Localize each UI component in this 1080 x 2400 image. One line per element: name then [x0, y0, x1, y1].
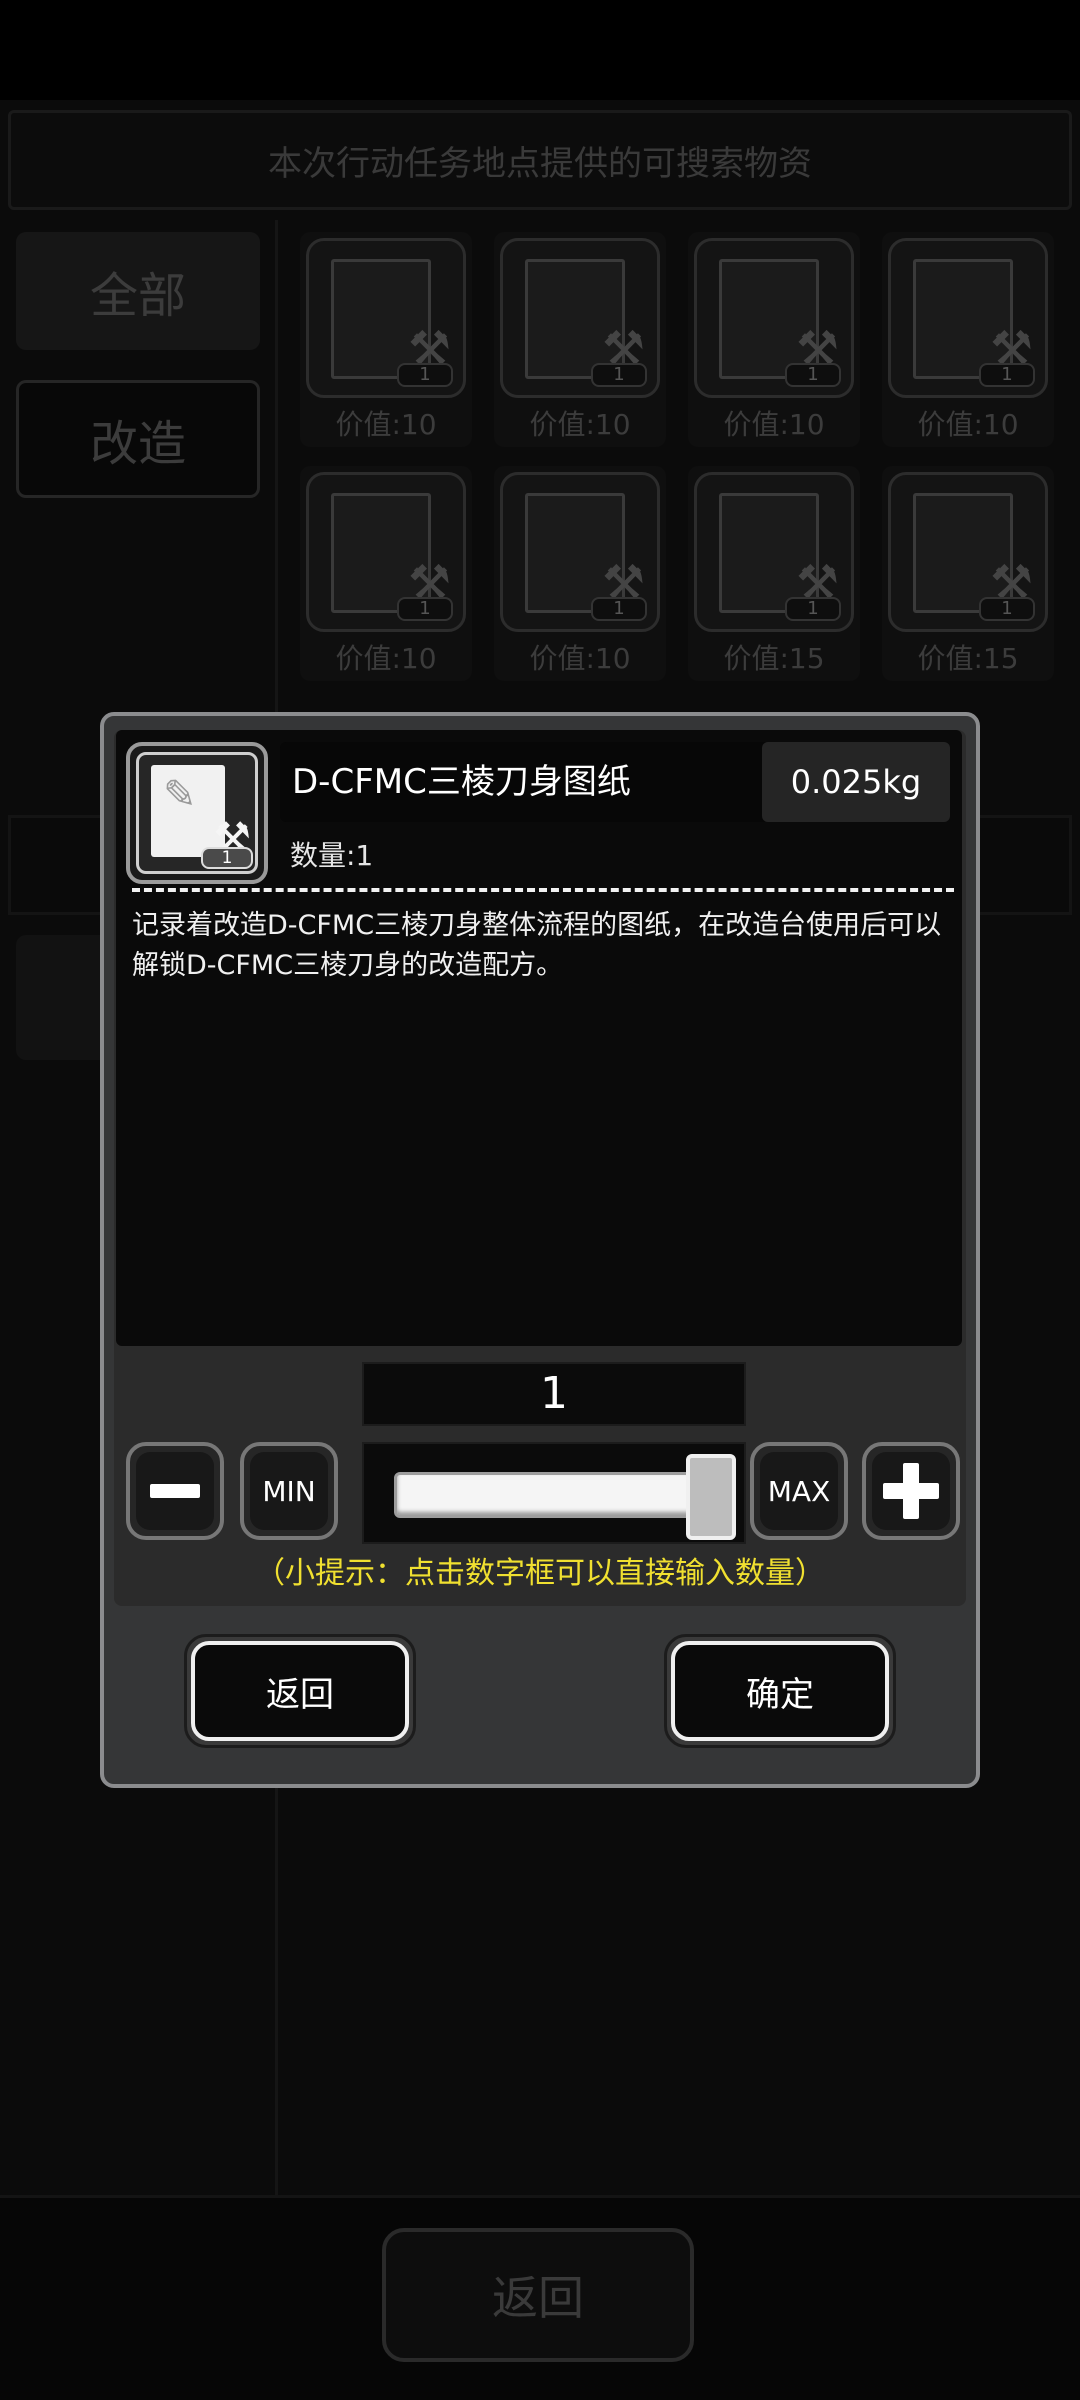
item-name: D-CFMC三棱刀身图纸: [292, 762, 631, 802]
confirm-button[interactable]: 确定: [664, 1634, 896, 1748]
grid-item[interactable]: ⚒ 1 价值:10: [688, 232, 860, 447]
item-icon-badge: 1: [201, 847, 253, 869]
decrease-button[interactable]: [126, 1442, 224, 1540]
item-weight: 0.025kg: [762, 742, 950, 822]
blueprint-feather-icon: ✎ ⚒ 1: [136, 752, 258, 874]
quantity-input[interactable]: 1: [362, 1362, 746, 1426]
back-button-label: 返回: [191, 1641, 409, 1741]
min-button[interactable]: MIN: [240, 1442, 338, 1540]
blueprint-icon: ⚒ 1: [694, 238, 854, 398]
item-detail-dialog: ✎ ⚒ 1 D-CFMC三棱刀身图纸 0.025kg 数量:1 记录着改造D-C…: [100, 712, 980, 1788]
category-modify[interactable]: 改造: [16, 380, 260, 498]
blueprint-icon: ⚒ 1: [306, 238, 466, 398]
hint-text: （小提示：点击数字框可以直接输入数量）: [255, 1556, 825, 1591]
item-price: 价值:10: [529, 642, 631, 675]
item-price: 价值:15: [917, 642, 1019, 675]
item-icon: ✎ ⚒ 1: [126, 742, 268, 884]
background-back-button[interactable]: 返回: [382, 2228, 694, 2362]
supplies-header: 本次行动任务地点提供的可搜索物资: [8, 110, 1072, 210]
min-label: MIN: [262, 1474, 316, 1508]
item-price: 价值:15: [723, 642, 825, 675]
item-description: 记录着改造D-CFMC三棱刀身整体流程的图纸，在改造台使用后可以解锁D-CFMC…: [132, 910, 942, 981]
confirm-button-label: 确定: [671, 1641, 889, 1741]
blueprint-icon: ⚒ 1: [694, 472, 854, 632]
max-label: MAX: [767, 1474, 831, 1508]
grid-item[interactable]: ⚒ 1 价值:10: [882, 232, 1054, 447]
slider-thumb[interactable]: [686, 1454, 736, 1540]
grid-item[interactable]: ⚒ 1 价值:10: [300, 232, 472, 447]
blueprint-icon: ⚒ 1: [500, 238, 660, 398]
blueprint-icon: ⚒ 1: [500, 472, 660, 632]
item-price: 价值:10: [529, 408, 631, 441]
item-name-bar: D-CFMC三棱刀身图纸 0.025kg: [280, 742, 950, 822]
increase-button[interactable]: [862, 1442, 960, 1540]
minus-icon: [150, 1484, 200, 1498]
category-all[interactable]: 全部: [16, 232, 260, 350]
blueprint-icon: ⚒ 1: [888, 472, 1048, 632]
back-button[interactable]: 返回: [184, 1634, 416, 1748]
plus-icon: [883, 1463, 939, 1519]
grid-item[interactable]: ⚒ 1 价值:10: [300, 466, 472, 681]
grid-item[interactable]: ⚒ 1 价值:15: [882, 466, 1054, 681]
dialog-content-panel: ✎ ⚒ 1 D-CFMC三棱刀身图纸 0.025kg 数量:1 记录着改造D-C…: [114, 730, 966, 1606]
blueprint-icon: ⚒ 1: [888, 238, 1048, 398]
item-quantity-label: 数量:1: [290, 839, 374, 872]
item-price: 价值:10: [723, 408, 825, 441]
blueprint-icon: ⚒ 1: [306, 472, 466, 632]
item-price: 价值:10: [335, 408, 437, 441]
quantity-slider[interactable]: [362, 1442, 746, 1544]
divider-dashed: [132, 888, 954, 892]
max-button[interactable]: MAX: [750, 1442, 848, 1540]
item-price: 价值:10: [917, 408, 1019, 441]
grid-item[interactable]: ⚒ 1 价值:15: [688, 466, 860, 681]
grid-item[interactable]: ⚒ 1 价值:10: [494, 232, 666, 447]
grid-item[interactable]: ⚒ 1 价值:10: [494, 466, 666, 681]
item-price: 价值:10: [335, 642, 437, 675]
slider-track: [394, 1472, 694, 1518]
